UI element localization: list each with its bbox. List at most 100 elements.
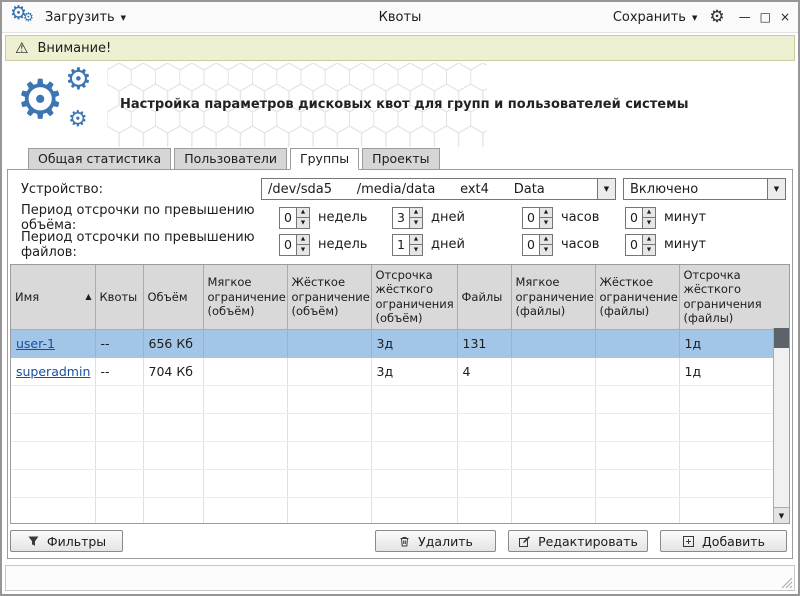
- files-hours-spinner[interactable]: 0 ▲▼: [522, 234, 553, 256]
- column-header-quotas[interactable]: Квоты: [95, 265, 143, 329]
- close-button[interactable]: ×: [780, 11, 790, 23]
- files-weeks-spinner[interactable]: 0 ▲▼: [279, 234, 310, 256]
- save-menu-label: Сохранить: [613, 10, 686, 25]
- column-header-hard-volume[interactable]: Жёсткое ограничение (объём): [287, 265, 371, 329]
- table-cell-empty: [457, 497, 511, 524]
- column-header-soft-volume[interactable]: Мягкое ограничение (объём): [203, 265, 287, 329]
- app-window: ⚙ ⚙ Загрузить ▼ Квоты Сохранить ▼ ⚙ — □ …: [0, 0, 800, 596]
- volume-minutes-spinner[interactable]: 0 ▲▼: [625, 207, 656, 229]
- minimize-button[interactable]: —: [739, 11, 751, 23]
- volume-hours-spinner[interactable]: 0 ▲▼: [522, 207, 553, 229]
- spin-up-icon[interactable]: ▲: [540, 235, 552, 245]
- minutes-unit-label: минут: [664, 210, 706, 225]
- cell-quotas: --: [95, 357, 143, 385]
- spinner-arrows[interactable]: ▲▼: [539, 235, 552, 255]
- grace-files-label: Период отсрочки по превышению файлов:: [21, 230, 279, 260]
- chevron-down-icon: ▼: [121, 14, 126, 22]
- window-title: Квоты: [379, 10, 422, 25]
- tab-projects[interactable]: Проекты: [362, 148, 439, 170]
- add-button[interactable]: Добавить: [660, 530, 787, 552]
- load-menu-label: Загрузить: [45, 10, 115, 25]
- cell-soft-files: [511, 357, 595, 385]
- delete-button[interactable]: Удалить: [375, 530, 496, 552]
- table-row-empty: [11, 497, 789, 524]
- edit-button[interactable]: Редактировать: [508, 530, 648, 552]
- spin-down-icon[interactable]: ▼: [297, 244, 309, 255]
- spin-up-icon[interactable]: ▲: [643, 208, 655, 218]
- spinner-arrows[interactable]: ▲▼: [409, 208, 422, 228]
- save-menu-button[interactable]: Сохранить ▼: [613, 10, 698, 25]
- settings-gear-icon[interactable]: ⚙: [709, 9, 724, 26]
- spinner-arrows[interactable]: ▲▼: [642, 235, 655, 255]
- files-minutes-spinner[interactable]: 0 ▲▼: [625, 234, 656, 256]
- cell-hard-files: [595, 329, 679, 357]
- quota-table-container: Имя ▲ Квоты Объём Мягкое ограничение (об…: [10, 264, 790, 524]
- table-cell-empty: [203, 413, 287, 441]
- volume-weeks-spinner[interactable]: 0 ▲▼: [279, 207, 310, 229]
- spin-down-icon[interactable]: ▼: [643, 244, 655, 255]
- table-row[interactable]: superadmin -- 704 Кб 3д 4 1д: [11, 357, 789, 385]
- spinner-arrows[interactable]: ▲▼: [296, 235, 309, 255]
- page-description: Настройка параметров дисковых квот для г…: [120, 97, 688, 112]
- scrollbar-track[interactable]: [774, 348, 789, 507]
- table-vertical-scrollbar[interactable]: ▼: [773, 328, 789, 523]
- spinner-arrows[interactable]: ▲▼: [539, 208, 552, 228]
- gear-icon: ⚙: [23, 11, 34, 23]
- tab-users[interactable]: Пользователи: [174, 148, 287, 170]
- spin-down-icon[interactable]: ▼: [540, 244, 552, 255]
- spinner-arrows[interactable]: ▲▼: [642, 208, 655, 228]
- scroll-down-button[interactable]: ▼: [774, 507, 789, 523]
- spin-up-icon[interactable]: ▲: [410, 235, 422, 245]
- spin-up-icon[interactable]: ▲: [297, 208, 309, 218]
- table-cell-empty: [143, 497, 203, 524]
- table-cell-empty: [371, 385, 457, 413]
- titlebar-right: Сохранить ▼ ⚙ — □ ×: [613, 9, 790, 26]
- column-header-soft-files[interactable]: Мягкое ограничение (файлы): [511, 265, 595, 329]
- column-header-hard-files[interactable]: Жёсткое ограничение (файлы): [595, 265, 679, 329]
- spinner-arrows[interactable]: ▲▼: [409, 235, 422, 255]
- spinner-arrows[interactable]: ▲▼: [296, 208, 309, 228]
- spin-up-icon[interactable]: ▲: [643, 235, 655, 245]
- quota-status-value: Включено: [624, 179, 767, 199]
- spin-down-icon[interactable]: ▼: [643, 217, 655, 228]
- window-controls: — □ ×: [739, 11, 790, 23]
- spin-up-icon[interactable]: ▲: [297, 235, 309, 245]
- scrollbar-thumb[interactable]: [774, 328, 789, 348]
- column-header-volume[interactable]: Объём: [143, 265, 203, 329]
- dropdown-button[interactable]: ▼: [597, 179, 615, 199]
- table-cell-empty: [511, 441, 595, 469]
- table-cell-empty: [371, 441, 457, 469]
- table-cell-empty: [595, 385, 679, 413]
- spin-up-icon[interactable]: ▲: [540, 208, 552, 218]
- device-label: Устройство:: [21, 182, 261, 197]
- group-link[interactable]: superadmin: [16, 364, 90, 379]
- files-days-spinner[interactable]: 1 ▲▼: [392, 234, 423, 256]
- device-select[interactable]: /dev/sda5 /media/data ext4 Data ▼: [261, 178, 616, 200]
- spin-down-icon[interactable]: ▼: [297, 217, 309, 228]
- quota-status-select[interactable]: Включено ▼: [623, 178, 786, 200]
- resize-grip[interactable]: [780, 576, 793, 589]
- tab-groups[interactable]: Группы: [290, 148, 359, 170]
- table-cell-empty: [95, 469, 143, 497]
- cell-grace-volume: 3д: [371, 329, 457, 357]
- group-link[interactable]: user-1: [16, 336, 55, 351]
- cell-hard-volume: [287, 357, 371, 385]
- column-header-name[interactable]: Имя ▲: [11, 265, 95, 329]
- column-header-grace-files[interactable]: Отсрочка жёсткого ограничения (файлы): [679, 265, 789, 329]
- column-header-files[interactable]: Файлы: [457, 265, 511, 329]
- column-header-grace-volume[interactable]: Отсрочка жёсткого ограничения (объём): [371, 265, 457, 329]
- tab-general-statistics[interactable]: Общая статистика: [28, 148, 171, 170]
- cell-hard-files: [595, 357, 679, 385]
- spin-down-icon[interactable]: ▼: [410, 244, 422, 255]
- spin-down-icon[interactable]: ▼: [410, 217, 422, 228]
- dropdown-button[interactable]: ▼: [767, 179, 785, 199]
- maximize-button[interactable]: □: [760, 11, 771, 23]
- table-row[interactable]: user-1 -- 656 Кб 3д 131 1д: [11, 329, 789, 357]
- filters-button[interactable]: Фильтры: [10, 530, 123, 552]
- volume-days-spinner[interactable]: 3 ▲▼: [392, 207, 423, 229]
- table-cell-empty: [11, 385, 95, 413]
- spin-down-icon[interactable]: ▼: [540, 217, 552, 228]
- table-cell-empty: [371, 497, 457, 524]
- load-menu-button[interactable]: Загрузить ▼: [45, 10, 126, 25]
- spin-up-icon[interactable]: ▲: [410, 208, 422, 218]
